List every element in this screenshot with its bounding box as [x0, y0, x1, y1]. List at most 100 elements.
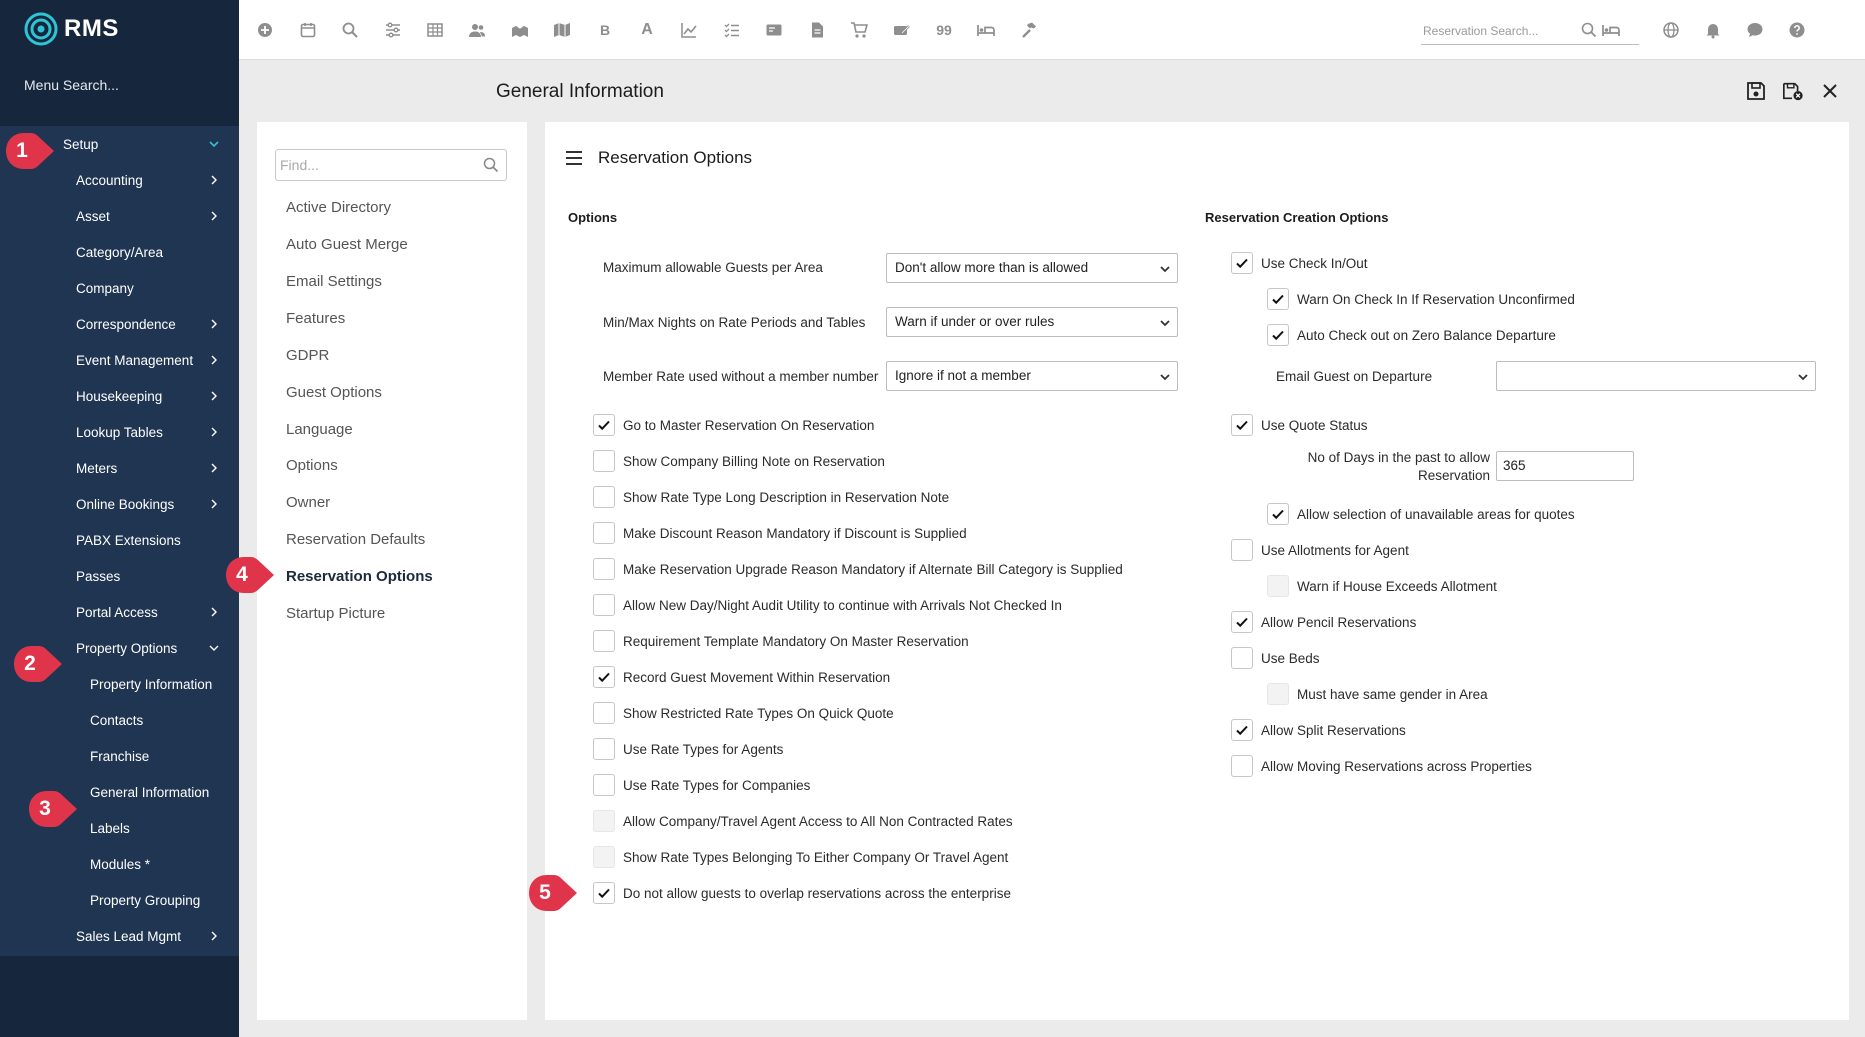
sidebar-item-passes[interactable]: Passes — [0, 558, 239, 594]
letter-a-icon[interactable]: A — [635, 18, 659, 42]
member-rate-select[interactable]: Ignore if not a member — [886, 361, 1178, 391]
checkbox-warn-house-exceeds[interactable]: Warn if House Exceeds Allotment — [1267, 575, 1497, 597]
checkbox-box[interactable] — [1231, 252, 1253, 274]
checkbox-allow-pencil[interactable]: Allow Pencil Reservations — [1231, 611, 1416, 633]
menu-search[interactable]: Menu Search... — [24, 77, 119, 93]
search-icon[interactable] — [338, 18, 362, 42]
checkbox-allow-unavailable-areas[interactable]: Allow selection of unavailable areas for… — [1267, 503, 1575, 525]
checkbox-box[interactable] — [1231, 539, 1253, 561]
checkbox-go-to-master[interactable]: Go to Master Reservation On Reservation — [593, 414, 874, 436]
sidebar-item-property-grouping[interactable]: Property Grouping — [0, 882, 239, 918]
checkbox-box[interactable] — [593, 522, 615, 544]
checkbox-box[interactable] — [593, 738, 615, 760]
checkbox-box[interactable] — [593, 882, 615, 904]
sidebar-item-portal-access[interactable]: Portal Access — [0, 594, 239, 630]
checkbox-box[interactable] — [593, 846, 615, 868]
checkbox-company-billing-note[interactable]: Show Company Billing Note on Reservation — [593, 450, 885, 472]
checklist-icon[interactable] — [720, 18, 744, 42]
sliders-icon[interactable] — [381, 18, 405, 42]
checkbox-box[interactable] — [593, 486, 615, 508]
checkbox-box[interactable] — [593, 594, 615, 616]
sidebar-item-meters[interactable]: Meters — [0, 450, 239, 486]
add-circle-icon[interactable] — [253, 18, 277, 42]
checkbox-use-allotments[interactable]: Use Allotments for Agent — [1231, 539, 1409, 561]
reservation-search-input[interactable]: Reservation Search... — [1421, 18, 1639, 45]
quote-icon[interactable]: 99 — [932, 18, 956, 42]
checkbox-allow-split[interactable]: Allow Split Reservations — [1231, 719, 1406, 741]
checkbox-use-beds[interactable]: Use Beds — [1231, 647, 1320, 669]
nav-item-active-directory[interactable]: Active Directory — [286, 199, 391, 216]
checkbox-night-audit-continue[interactable]: Allow New Day/Night Audit Utility to con… — [593, 594, 1062, 616]
checkbox-box[interactable] — [593, 630, 615, 652]
nav-item-startup-picture[interactable]: Startup Picture — [286, 605, 385, 622]
checkbox-use-check-in-out[interactable]: Use Check In/Out — [1231, 252, 1368, 274]
map-icon[interactable] — [550, 18, 574, 42]
sidebar-item-category-area[interactable]: Category/Area — [0, 234, 239, 270]
save-close-icon[interactable] — [1782, 80, 1804, 102]
checkbox-box[interactable] — [593, 450, 615, 472]
sidebar-item-modules[interactable]: Modules * — [0, 846, 239, 882]
checkbox-box[interactable] — [1267, 683, 1289, 705]
nav-item-gdpr[interactable]: GDPR — [286, 347, 329, 364]
ticket-edit-icon[interactable] — [890, 18, 914, 42]
sidebar-item-sales-lead-mgmt[interactable]: Sales Lead Mgmt — [0, 918, 239, 954]
sidebar-item-housekeeping[interactable]: Housekeeping — [0, 378, 239, 414]
id-card-icon[interactable] — [762, 18, 786, 42]
map-pins-icon[interactable] — [508, 18, 532, 42]
checkbox-box[interactable] — [1267, 575, 1289, 597]
checkbox-rate-types-companies[interactable]: Use Rate Types for Companies — [593, 774, 810, 796]
search-icon[interactable] — [482, 156, 500, 174]
checkbox-rate-types-agents[interactable]: Use Rate Types for Agents — [593, 738, 783, 760]
checkbox-box[interactable] — [1231, 647, 1253, 669]
checkbox-no-overlap-enterprise[interactable]: Do not allow guests to overlap reservati… — [593, 882, 1011, 904]
sidebar-item-correspondence[interactable]: Correspondence — [0, 306, 239, 342]
checkbox-discount-reason-mandatory[interactable]: Make Discount Reason Mandatory if Discou… — [593, 522, 967, 544]
checkbox-box[interactable] — [593, 702, 615, 724]
nav-item-reservation-defaults[interactable]: Reservation Defaults — [286, 531, 425, 548]
checkbox-box[interactable] — [1231, 414, 1253, 436]
rms-logo[interactable]: RMS — [24, 12, 119, 46]
checkbox-box[interactable] — [1267, 324, 1289, 346]
checkbox-auto-check-out[interactable]: Auto Check out on Zero Balance Departure — [1267, 324, 1556, 346]
sidebar-item-lookup-tables[interactable]: Lookup Tables — [0, 414, 239, 450]
calendar-icon[interactable] — [296, 18, 320, 42]
checkbox-box[interactable] — [593, 558, 615, 580]
checkbox-box[interactable] — [593, 666, 615, 688]
checkbox-restricted-rate-types[interactable]: Show Restricted Rate Types On Quick Quot… — [593, 702, 894, 724]
hamburger-menu-icon[interactable] — [566, 151, 582, 165]
users-icon[interactable] — [465, 18, 489, 42]
min-max-nights-select[interactable]: Warn if under or over rules — [886, 307, 1178, 337]
document-icon[interactable] — [805, 18, 829, 42]
sidebar-item-online-bookings[interactable]: Online Bookings — [0, 486, 239, 522]
days-past-input[interactable]: 365 — [1496, 451, 1634, 481]
nav-item-owner[interactable]: Owner — [286, 494, 330, 511]
hammer-icon[interactable] — [1017, 18, 1041, 42]
globe-icon[interactable] — [1659, 18, 1683, 42]
bed-icon[interactable] — [974, 18, 998, 42]
max-guests-select[interactable]: Don't allow more than is allowed — [886, 253, 1178, 283]
nav-item-auto-guest-merge[interactable]: Auto Guest Merge — [286, 236, 408, 253]
bed-icon[interactable] — [1601, 20, 1621, 40]
email-guest-select[interactable] — [1496, 361, 1816, 391]
nav-item-options[interactable]: Options — [286, 457, 338, 474]
checkbox-box[interactable] — [1231, 755, 1253, 777]
find-field[interactable] — [275, 149, 507, 181]
nav-item-guest-options[interactable]: Guest Options — [286, 384, 382, 401]
sidebar-item-pabx-extensions[interactable]: PABX Extensions — [0, 522, 239, 558]
checkbox-box[interactable] — [1231, 611, 1253, 633]
sidebar-item-event-management[interactable]: Event Management — [0, 342, 239, 378]
line-chart-icon[interactable] — [677, 18, 701, 42]
checkbox-box[interactable] — [593, 414, 615, 436]
sidebar-item-company[interactable]: Company — [0, 270, 239, 306]
close-icon[interactable] — [1819, 80, 1841, 102]
checkbox-warn-check-in[interactable]: Warn On Check In If Reservation Unconfir… — [1267, 288, 1575, 310]
save-icon[interactable] — [1745, 80, 1767, 102]
sidebar-item-contacts[interactable]: Contacts — [0, 702, 239, 738]
nav-item-features[interactable]: Features — [286, 310, 345, 327]
checkbox-box[interactable] — [593, 774, 615, 796]
checkbox-non-contracted-rates[interactable]: Allow Company/Travel Agent Access to All… — [593, 810, 1013, 832]
nav-item-reservation-options[interactable]: Reservation Options — [286, 568, 433, 585]
checkbox-rate-type-long-description[interactable]: Show Rate Type Long Description in Reser… — [593, 486, 949, 508]
help-icon[interactable] — [1785, 18, 1809, 42]
bell-icon[interactable] — [1701, 18, 1725, 42]
